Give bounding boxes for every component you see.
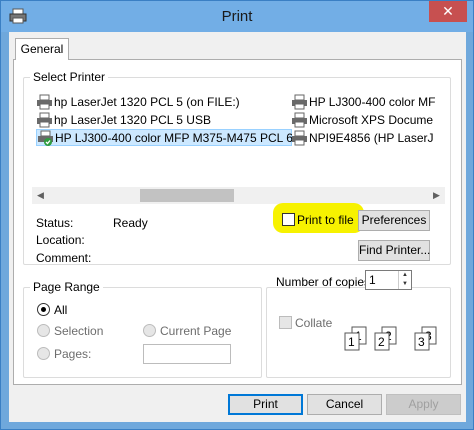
tab-general[interactable]: General [15,38,69,60]
collate-page-number: 2 [378,335,385,349]
printer-item[interactable]: hp LaserJet 1320 PCL 5 USB [36,112,211,129]
print-to-file-label[interactable]: Print to file [297,213,354,227]
copies-spinner[interactable]: ▲ ▼ [398,271,411,289]
printer-name: Microsoft XPS Docume [309,113,434,127]
printer-icon [292,130,307,146]
spin-up-icon[interactable]: ▲ [399,271,411,280]
copies-value: 1 [369,273,376,287]
close-icon: ✕ [442,3,454,19]
collate-page-number: 3 [418,335,425,349]
print-to-file-checkbox[interactable] [282,213,295,226]
printer-icon [292,94,307,110]
selection-radio[interactable] [37,324,50,337]
collate-page-number: 1 [348,335,355,349]
printer-name: NPI9E4856 (HP LaserJ [309,131,434,145]
scroll-left-icon[interactable]: ◀ [32,187,49,204]
close-button[interactable]: ✕ [429,1,467,22]
default-printer-icon [38,130,53,146]
window-title: Print [221,8,253,25]
pages-label[interactable]: Pages: [54,347,91,361]
printer-icon [292,112,307,128]
collate-page-icon: 2 2 [374,326,397,351]
collate-page-icon: 1 1 [344,326,367,351]
printer-icon [37,112,52,128]
copies-label: Number of copies: [276,275,374,289]
comment-label: Comment: [36,251,92,265]
collate-page-icon: 3 3 [414,326,437,351]
page-range-legend: Page Range [30,280,103,294]
printer-icon [37,94,52,110]
selection-label[interactable]: Selection [54,324,103,338]
printer-name: HP LJ300-400 color MF [309,95,436,109]
cancel-button[interactable]: Cancel [307,394,382,415]
scroll-right-icon[interactable]: ▶ [428,187,445,204]
printer-item[interactable]: hp LaserJet 1320 PCL 5 (on FILE:) [36,94,240,111]
all-radio[interactable] [37,303,50,316]
status-label: Status: [36,216,74,230]
current-page-radio[interactable] [143,324,156,337]
title-bar[interactable]: Print ✕ [1,1,473,32]
printer-item[interactable]: NPI9E4856 (HP LaserJ [291,130,441,147]
select-printer-legend: Select Printer [30,70,109,84]
collate-checkbox[interactable] [279,316,292,329]
all-label[interactable]: All [54,303,67,317]
spin-down-icon[interactable]: ▼ [399,280,411,289]
dialog-client: General Select Printer hp LaserJet 1320 … [9,32,466,422]
printer-name: HP LJ300-400 color MFP M375-M475 PCL 6 [55,131,293,145]
find-printer-button[interactable]: Find Printer... [358,240,430,261]
scrollbar-thumb[interactable] [140,189,234,202]
preferences-button[interactable]: Preferences [358,210,430,231]
printer-list-scrollbar[interactable]: ◀ ▶ [32,187,445,204]
location-label: Location: [36,233,85,247]
status-value: Ready [113,216,148,230]
printer-item-selected[interactable]: HP LJ300-400 color MFP M375-M475 PCL 6 [36,129,293,146]
current-page-label[interactable]: Current Page [160,324,231,338]
print-button[interactable]: Print [228,394,303,415]
apply-button[interactable]: Apply [386,394,461,415]
printer-item[interactable]: Microsoft XPS Docume [291,112,441,129]
pages-input[interactable] [143,344,231,364]
print-dialog: Print ✕ General Select Printer hp LaserJ… [0,0,474,430]
collate-label[interactable]: Collate [295,316,332,330]
printer-item[interactable]: HP LJ300-400 color MF [291,94,441,111]
pages-radio[interactable] [37,347,50,360]
printer-name: hp LaserJet 1320 PCL 5 USB [54,113,211,127]
printer-name: hp LaserJet 1320 PCL 5 (on FILE:) [54,95,240,109]
